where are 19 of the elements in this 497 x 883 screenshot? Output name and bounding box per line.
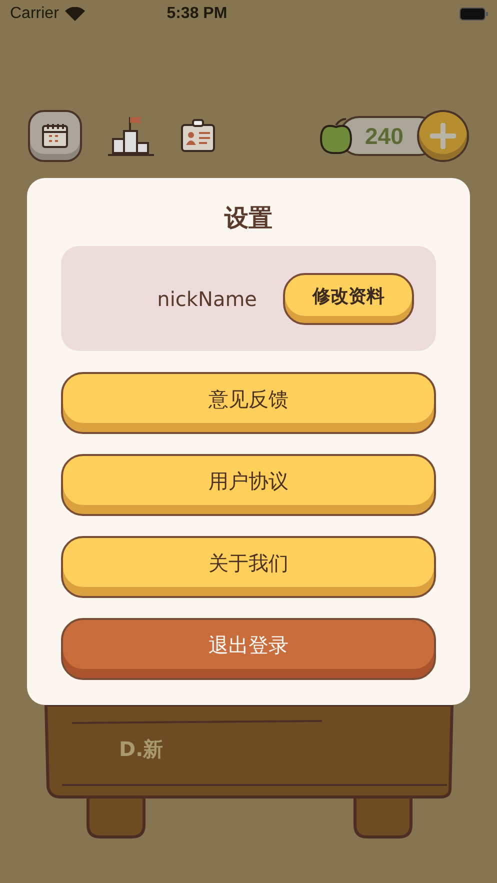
- menu-button[interactable]: 用户协议: [61, 454, 436, 516]
- edit-profile-button[interactable]: 修改资料: [283, 272, 414, 324]
- logout-button[interactable]: 退出登录: [61, 618, 436, 680]
- dialog-title: 设置: [224, 203, 272, 234]
- podium-icon[interactable]: [108, 115, 154, 157]
- id-card-icon[interactable]: [180, 119, 216, 153]
- answer-option: D.新: [119, 736, 164, 763]
- menu-button[interactable]: 关于我们: [61, 536, 436, 598]
- menu-button[interactable]: 意见反馈: [61, 372, 436, 434]
- carrier-label: Carrier: [10, 5, 59, 23]
- calendar-icon: [41, 123, 69, 149]
- nickname: nickName: [157, 286, 257, 310]
- battery-icon: [458, 7, 489, 21]
- plus-icon: [430, 123, 456, 149]
- add-button[interactable]: [417, 110, 469, 162]
- clock-time: 5:38 PM: [166, 5, 228, 23]
- apple-icon: [319, 117, 353, 155]
- calendar-button[interactable]: [28, 110, 82, 162]
- wifi-icon: [64, 7, 85, 21]
